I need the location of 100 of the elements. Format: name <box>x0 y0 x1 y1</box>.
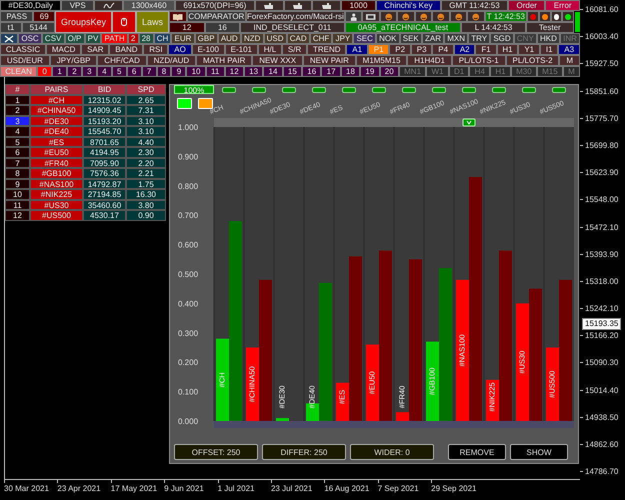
toolbar-button[interactable]: MATH PAIR <box>196 55 252 66</box>
toolbar-button[interactable]: 4 <box>96 66 112 77</box>
indicator-button[interactable] <box>462 87 476 93</box>
toolbar-button[interactable]: 7 <box>142 66 157 77</box>
value-button[interactable]: OFFSET: 250 <box>174 444 258 460</box>
toolbar-button[interactable]: 5144 <box>22 22 55 33</box>
toolbar-button[interactable]: SEK <box>400 33 422 44</box>
toolbar-button[interactable]: GBP <box>194 33 218 44</box>
toolbar-button[interactable]: RSI <box>143 44 168 55</box>
indicator-button[interactable] <box>552 87 566 93</box>
toolbar-button[interactable]: GMT 11:42:53 <box>440 0 508 11</box>
toolbar-button[interactable]: 5 <box>112 66 127 77</box>
toolbar-button[interactable] <box>254 0 284 11</box>
toolbar-button[interactable] <box>414 11 432 22</box>
toolbar-button[interactable]: H1H4D1 <box>407 55 452 66</box>
toolbar-button[interactable]: USD/EUR <box>0 55 50 66</box>
toolbar-button[interactable] <box>432 11 450 22</box>
table-cell[interactable]: 3 <box>5 116 30 126</box>
indicator-button[interactable] <box>282 87 296 93</box>
toolbar-button[interactable] <box>362 11 380 22</box>
toolbar-button[interactable]: 1300x460 <box>122 0 175 11</box>
toolbar-button[interactable]: TRY <box>468 33 490 44</box>
toolbar-button[interactable]: PL/LOTS-2 <box>506 55 560 66</box>
toolbar-button[interactable]: H/L <box>258 44 282 55</box>
toolbar-button[interactable]: NOK <box>376 33 400 44</box>
toolbar-button[interactable]: E-101 <box>224 44 258 55</box>
toolbar-button[interactable] <box>0 33 18 44</box>
toolbar-button[interactable]: 13 <box>244 66 264 77</box>
toolbar-button[interactable]: SEC <box>353 33 376 44</box>
indicator-button[interactable] <box>252 87 266 93</box>
toolbar-button[interactable]: NZD/AUD <box>146 55 196 66</box>
toolbar-button[interactable]: 19 <box>360 66 380 77</box>
toolbar-button[interactable]: Order <box>508 0 546 11</box>
table-cell[interactable]: 6 <box>5 147 30 158</box>
toolbar-button[interactable]: 18 <box>340 66 360 77</box>
toolbar-button[interactable]: 10 <box>186 66 206 77</box>
toolbar-button[interactable]: 1000 <box>341 0 376 11</box>
indicator-button[interactable] <box>342 87 356 93</box>
toolbar-button[interactable]: S/R <box>282 44 308 55</box>
toolbar-button[interactable] <box>397 11 415 22</box>
toolbar-button[interactable]: PASS <box>0 11 34 22</box>
toolbar-button[interactable]: 12 <box>224 66 244 77</box>
table-cell[interactable]: 2 <box>5 105 30 116</box>
toolbar-button[interactable]: 2 <box>128 33 138 44</box>
table-cell[interactable]: 11 <box>5 200 30 210</box>
toolbar-button[interactable]: T 12:42:53 <box>484 11 528 22</box>
toolbar-button[interactable]: VPS <box>61 0 94 11</box>
toolbar-button[interactable] <box>380 11 398 22</box>
toolbar-button[interactable]: OSC <box>18 33 42 44</box>
indicator-button[interactable] <box>402 87 416 93</box>
toolbar-button[interactable]: ForexFactory.com/Macd-rsi <box>246 11 345 22</box>
toolbar-button[interactable]: 20 <box>380 66 399 77</box>
toolbar-button[interactable] <box>94 0 123 11</box>
toolbar-button[interactable]: 16 <box>302 66 322 77</box>
toolbar-button[interactable]: SAR <box>81 44 110 55</box>
toolbar-button[interactable]: 17 <box>321 66 341 77</box>
indicator-button[interactable] <box>432 87 446 93</box>
toolbar-button[interactable]: 15 <box>282 66 302 77</box>
toolbar-button[interactable]: 12 <box>169 22 205 33</box>
toolbar-button[interactable]: O/P <box>64 33 85 44</box>
toolbar-button[interactable]: Y1 <box>518 44 540 55</box>
toolbar-button[interactable]: SGD <box>490 33 514 44</box>
toolbar-button[interactable]: PV <box>84 33 102 44</box>
toolbar-button[interactable]: t1 <box>0 22 22 33</box>
toolbar-button[interactable]: I1 <box>540 44 558 55</box>
toolbar-button[interactable]: GroupsKey <box>55 11 112 33</box>
toolbar-button[interactable]: A1 <box>346 44 368 55</box>
toolbar-button[interactable]: F1 <box>475 44 497 55</box>
toolbar-button[interactable]: 6 <box>126 66 142 77</box>
toolbar-button[interactable]: 8 <box>156 66 172 77</box>
toolbar-button[interactable]: 3 <box>82 66 97 77</box>
color-swatch[interactable] <box>177 98 192 109</box>
toolbar-button[interactable]: 69 <box>33 11 55 22</box>
table-cell[interactable]: 4 <box>5 126 30 136</box>
indicator-button[interactable] <box>372 87 386 93</box>
toolbar-button[interactable]: 14 <box>263 66 283 77</box>
toolbar-button[interactable]: CHF <box>310 33 332 44</box>
toolbar-button[interactable] <box>112 11 136 33</box>
status-button[interactable] <box>550 11 562 22</box>
toolbar-button[interactable]: IND_DESELECT_011 <box>240 22 344 33</box>
toolbar-button[interactable]: NEW XXX <box>252 55 303 66</box>
toolbar-button[interactable] <box>312 0 342 11</box>
toolbar-button[interactable]: JPY/GBP <box>50 55 98 66</box>
table-cell[interactable]: 7 <box>5 158 30 168</box>
toolbar-button[interactable]: 691x570(DPI=96) <box>174 0 255 11</box>
indicator-button[interactable] <box>522 87 536 93</box>
toolbar-button[interactable] <box>284 0 312 11</box>
indicator-button[interactable] <box>312 87 326 93</box>
toolbar-button[interactable]: ZAR <box>422 33 444 44</box>
table-cell[interactable]: 12 <box>5 210 30 220</box>
toolbar-button[interactable]: H1 <box>496 44 518 55</box>
toolbar-button[interactable]: JPY <box>332 33 354 44</box>
toolbar-button[interactable]: CSV <box>42 33 64 44</box>
toolbar-button[interactable]: Chinchi's Key <box>376 0 441 11</box>
toolbar-button[interactable]: P2 <box>389 44 411 55</box>
value-button[interactable]: DIFFER: 250 <box>262 444 346 460</box>
toolbar-button[interactable]: MXN <box>444 33 468 44</box>
table-cell[interactable]: 10 <box>5 189 30 200</box>
toolbar-button[interactable]: 16 <box>204 22 240 33</box>
action-button[interactable]: REMOVE <box>448 444 506 460</box>
